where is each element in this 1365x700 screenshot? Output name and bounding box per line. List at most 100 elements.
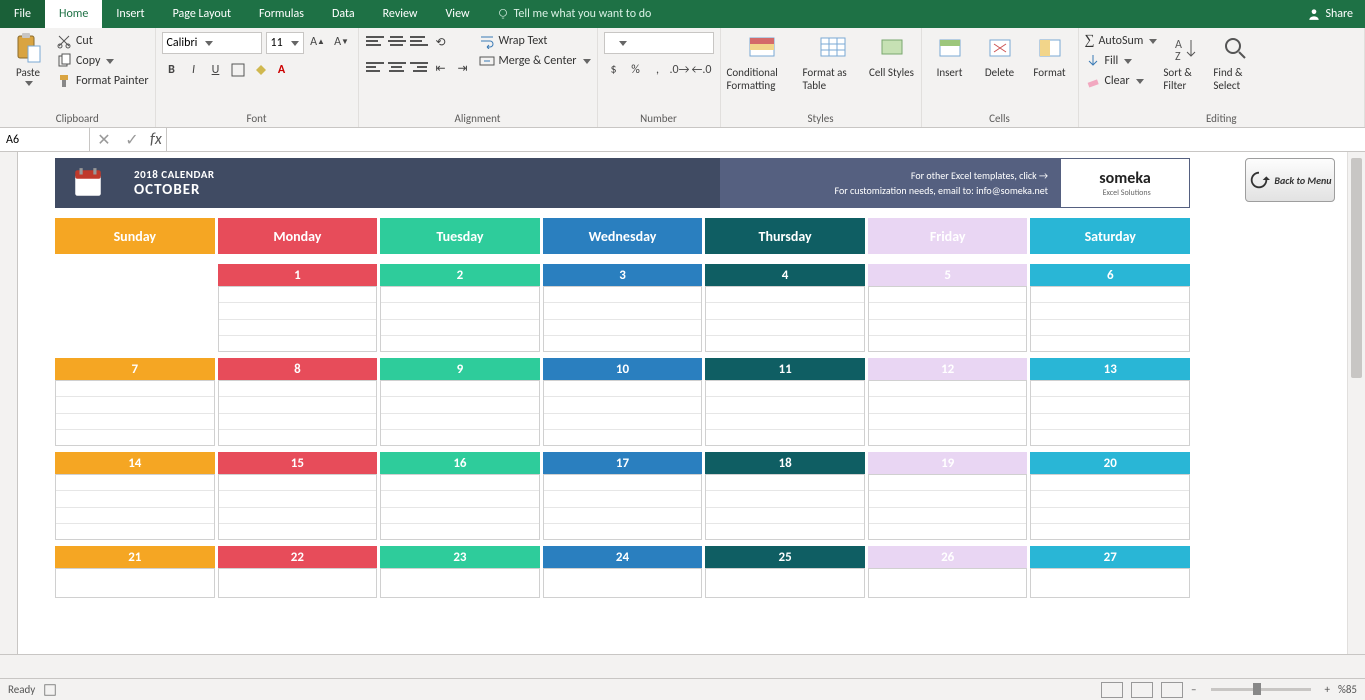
calendar-cell[interactable]: 18 [705,452,865,540]
tab-data[interactable]: Data [318,0,369,28]
calendar-cell[interactable]: 8 [218,358,378,446]
day-body[interactable] [380,286,540,352]
zoom-level[interactable]: %85 [1338,683,1357,696]
border-button[interactable] [228,60,248,80]
align-middle-button[interactable] [387,32,407,52]
day-body[interactable] [1030,474,1190,540]
day-body[interactable] [1030,286,1190,352]
sort-filter-button[interactable]: AZSort & Filter [1163,32,1207,92]
calendar-cell[interactable]: 11 [705,358,865,446]
decrease-font-button[interactable]: A▼ [332,32,352,52]
wrap-text-button[interactable]: Wrap Text [479,32,591,50]
insert-cells-button[interactable]: Insert [928,32,972,79]
tab-insert[interactable]: Insert [102,0,158,28]
day-body[interactable] [705,286,865,352]
day-body[interactable] [218,380,378,446]
calendar-cell[interactable]: 10 [543,358,703,446]
format-as-table-button[interactable]: Format as Table [803,32,863,92]
calendar-cell[interactable]: 1 [218,264,378,352]
format-cells-button[interactable]: Format [1028,32,1072,79]
calendar-cell[interactable]: 16 [380,452,540,540]
brand-logo[interactable]: somekaExcel Solutions [1060,158,1190,208]
calendar-cell[interactable]: 6 [1030,264,1190,352]
cut-button[interactable]: Cut [56,32,149,50]
conditional-formatting-button[interactable]: Conditional Formatting [727,32,797,92]
decrease-indent-button[interactable]: ⇤ [431,58,451,78]
font-name-select[interactable]: Calibri [162,32,262,54]
font-size-select[interactable]: 11 [266,32,304,54]
day-body[interactable] [543,568,703,598]
day-body[interactable] [218,474,378,540]
day-body[interactable] [380,568,540,598]
fill-button[interactable]: Fill [1085,52,1158,70]
tab-home[interactable]: Home [45,0,102,28]
day-body[interactable] [380,474,540,540]
fx-icon[interactable]: fx [146,130,166,149]
day-body[interactable] [705,568,865,598]
day-body[interactable] [868,568,1028,598]
percent-format-button[interactable]: % [626,60,646,80]
increase-indent-button[interactable]: ⇥ [453,58,473,78]
normal-view-button[interactable] [1101,682,1123,698]
sheet-area[interactable]: Back to Menu 2018 CALENDAR OCTOBER For o… [0,152,1365,672]
calendar-cell[interactable]: 26 [868,546,1028,598]
tab-review[interactable]: Review [369,0,432,28]
day-body[interactable] [55,380,215,446]
increase-decimal-button[interactable]: .0→ [670,60,690,80]
day-body[interactable] [218,568,378,598]
tab-file[interactable]: File [0,0,45,28]
name-box[interactable]: A6 [0,128,90,151]
increase-font-button[interactable]: A▲ [308,32,328,52]
zoom-in-button[interactable]: + [1325,683,1330,696]
calendar-cell[interactable]: 14 [55,452,215,540]
page-layout-view-button[interactable] [1131,682,1153,698]
align-right-button[interactable] [409,58,429,78]
calendar-cell[interactable]: 21 [55,546,215,598]
clear-button[interactable]: Clear [1085,72,1158,90]
scrollbar-thumb[interactable] [1351,158,1362,378]
font-color-button[interactable]: A [272,60,292,80]
day-body[interactable] [55,474,215,540]
tell-me[interactable]: Tell me what you want to do [496,7,652,21]
calendar-cell[interactable]: 15 [218,452,378,540]
day-body[interactable] [543,474,703,540]
number-format-select[interactable] [604,32,714,54]
calendar-cell[interactable]: 4 [705,264,865,352]
calendar-cell[interactable]: 27 [1030,546,1190,598]
calendar-cell[interactable]: 3 [543,264,703,352]
fill-color-button[interactable] [250,60,270,80]
day-body[interactable] [218,286,378,352]
align-top-button[interactable] [365,32,385,52]
align-left-button[interactable] [365,58,385,78]
day-body[interactable] [543,286,703,352]
enter-formula-button[interactable]: ✓ [118,130,146,150]
calendar-cell[interactable]: 12 [868,358,1028,446]
comma-format-button[interactable]: , [648,60,668,80]
day-body[interactable] [705,474,865,540]
calendar-cell[interactable]: 2 [380,264,540,352]
delete-cells-button[interactable]: Delete [978,32,1022,79]
cancel-formula-button[interactable]: ✕ [90,130,118,150]
accounting-format-button[interactable]: $ [604,60,624,80]
bold-button[interactable]: B [162,60,182,80]
day-body[interactable] [1030,380,1190,446]
zoom-slider[interactable] [1211,688,1311,691]
day-body[interactable] [1030,568,1190,598]
tab-page-layout[interactable]: Page Layout [159,0,245,28]
page-break-view-button[interactable] [1161,682,1183,698]
decrease-decimal-button[interactable]: ←.0 [692,60,712,80]
day-body[interactable] [868,286,1028,352]
back-to-menu-button[interactable]: Back to Menu [1245,158,1335,202]
merge-center-button[interactable]: Merge & Center [479,52,591,70]
calendar-cell[interactable]: 19 [868,452,1028,540]
day-body[interactable] [380,380,540,446]
sheet-tabs-bar[interactable] [0,654,1365,678]
tab-formulas[interactable]: Formulas [245,0,318,28]
align-center-button[interactable] [387,58,407,78]
tab-view[interactable]: View [432,0,484,28]
day-body[interactable] [55,568,215,598]
row-header-gutter[interactable] [0,152,18,671]
paste-button[interactable]: Paste [6,32,50,86]
share-button[interactable]: Share [1307,7,1353,21]
calendar-cell[interactable]: 23 [380,546,540,598]
